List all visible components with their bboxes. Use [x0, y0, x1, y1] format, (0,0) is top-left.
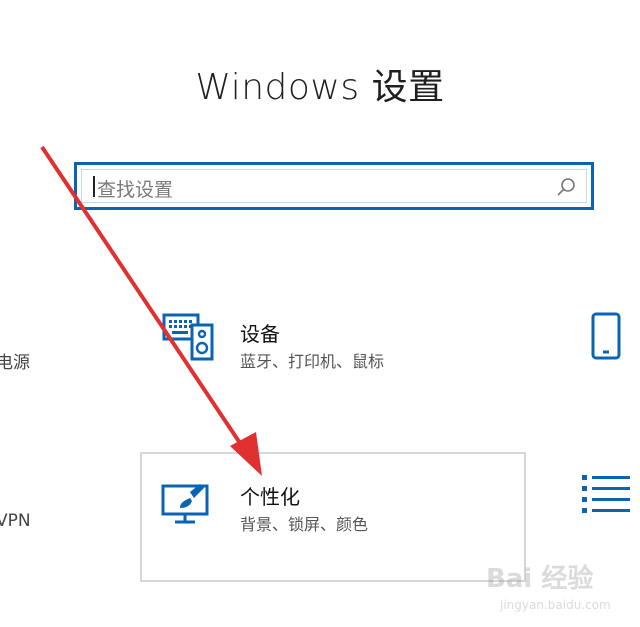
watermark-url: jingyan.baidu.com	[500, 598, 611, 612]
search-box[interactable]: 查找设置	[74, 162, 594, 210]
list-icon[interactable]	[580, 472, 632, 520]
devices-subtitle: 蓝牙、打印机、鼠标	[240, 352, 385, 371]
left-item-power-label[interactable]: 电源	[0, 348, 30, 373]
keyboard-speaker-icon	[162, 313, 214, 361]
paint-brush-monitor-icon	[161, 484, 209, 524]
personalization-title: 个性化	[240, 485, 300, 509]
left-item-vpn-label[interactable]: VPN	[0, 511, 31, 531]
devices-title: 设备	[240, 322, 280, 346]
baidu-watermark: Bai 经验 jingyan.baidu.com	[486, 558, 636, 624]
page-title: Windows 设置	[195, 67, 445, 108]
phone-icon[interactable]	[590, 312, 624, 362]
personalization-subtitle: 背景、锁屏、颜色	[240, 515, 369, 534]
search-input[interactable]: 查找设置	[97, 175, 173, 202]
search-icon[interactable]	[555, 176, 577, 198]
watermark-logo-text: Bai 经验	[486, 564, 594, 594]
text-caret	[93, 176, 95, 197]
